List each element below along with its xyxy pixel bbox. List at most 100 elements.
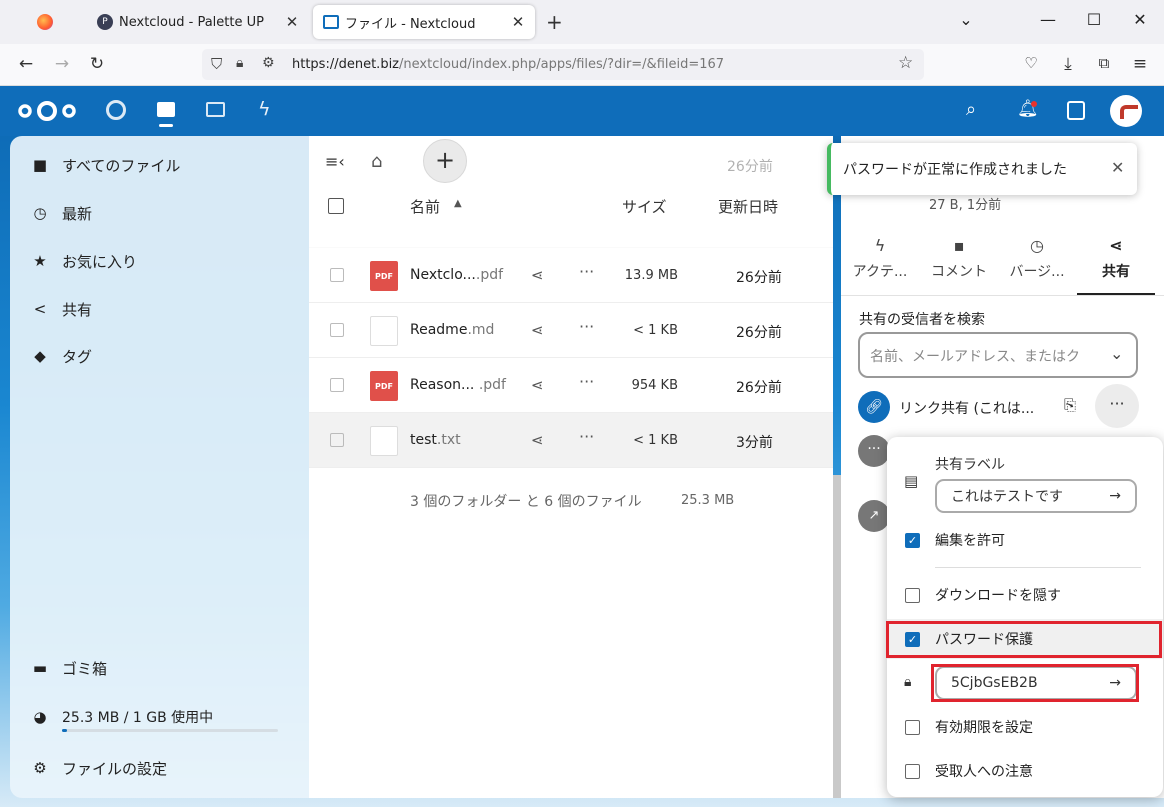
file-name[interactable]: Readme.md <box>410 322 494 338</box>
avatar[interactable] <box>1110 95 1142 127</box>
arrow-right-icon[interactable]: → <box>1109 488 1121 504</box>
contacts-icon[interactable] <box>1067 101 1085 120</box>
browser-tab-files[interactable]: ファイル - Nextcloud ✕ <box>313 5 535 39</box>
more-shares-icon[interactable]: ··· <box>858 435 890 467</box>
column-modified[interactable]: 更新日時 <box>718 196 778 217</box>
photos-icon[interactable] <box>206 102 225 117</box>
sidebar-item-recent[interactable]: ◷ 最新 <box>10 191 309 235</box>
lock-icon: 🔒︎ <box>904 674 912 690</box>
copy-link-icon[interactable]: ⎘ <box>1064 396 1076 414</box>
new-file-button[interactable]: + <box>423 139 467 183</box>
column-name[interactable]: 名前 <box>410 196 440 217</box>
tab-title: Nextcloud - Palette UP <box>119 14 264 30</box>
row-checkbox[interactable] <box>330 433 344 447</box>
allow-edit-option[interactable]: ✓ 編集を許可 <box>887 520 1163 560</box>
select-all-checkbox[interactable] <box>328 198 344 214</box>
forward-button[interactable]: → <box>50 54 74 76</box>
share-icon[interactable]: ⋖ <box>531 321 544 339</box>
column-size[interactable]: サイズ <box>622 196 667 217</box>
chevron-down-icon[interactable]: ⌄ <box>1110 344 1123 363</box>
pdf-file-icon: PDF <box>370 371 398 401</box>
back-button[interactable]: ← <box>14 54 38 76</box>
sidebar-item-tags[interactable]: ◆ タグ <box>10 334 309 378</box>
close-tab-icon[interactable]: ✕ <box>283 13 301 31</box>
hide-download-option[interactable]: ダウンロードを隠す <box>887 575 1163 615</box>
table-row-selected[interactable]: test.txt ⋖ ··· < 1 KB 3分前 <box>309 413 833 468</box>
row-checkbox[interactable] <box>330 268 344 282</box>
dashboard-icon[interactable] <box>106 100 126 120</box>
sidebar-item-trash[interactable]: ▬ ゴミ箱 <box>10 646 309 690</box>
note-option[interactable]: 受取人への注意 <box>887 751 1163 791</box>
extensions-icon[interactable]: ⧉ <box>1092 54 1116 76</box>
share-menu-button[interactable]: ··· <box>1095 384 1139 428</box>
permissions-icon[interactable]: ⚙ <box>262 55 275 71</box>
external-link-icon[interactable]: ↗ <box>858 500 890 532</box>
nextcloud-logo[interactable] <box>16 99 78 123</box>
address-bar[interactable]: ⛉ 🔒︎ ⚙ https://denet.biz/nextcloud/index… <box>202 49 924 80</box>
share-label-input[interactable]: これはテストです → <box>935 479 1137 513</box>
close-tab-icon[interactable]: ✕ <box>509 13 527 31</box>
file-name[interactable]: Nextclo....pdf <box>410 267 503 283</box>
share-label-title: 共有ラベル <box>935 457 1005 473</box>
sidebar-item-settings[interactable]: ⚙ ファイルの設定 <box>10 746 309 790</box>
more-actions-icon[interactable]: ··· <box>579 372 594 391</box>
table-row[interactable]: PDF Reason... .pdf ⋖ ··· 954 KB 26分前 <box>309 358 833 413</box>
sidebar-item-label: ゴミ箱 <box>62 659 108 678</box>
share-icon[interactable]: ⋖ <box>531 376 544 394</box>
expiration-label: 有効期限を設定 <box>935 720 1033 736</box>
files-icon[interactable] <box>157 102 175 117</box>
table-row[interactable]: PDF Nextclo....pdf ⋖ ··· 13.9 MB 26分前 <box>309 248 833 303</box>
download-icon[interactable]: ⤓ <box>1056 54 1080 76</box>
browser-tab-palette[interactable]: P Nextcloud - Palette UP ✕ <box>87 5 309 39</box>
tab-activity[interactable]: ϟ アクテ... <box>841 236 919 281</box>
sidebar-item-all-files[interactable]: ■ すべてのファイル <box>10 143 309 187</box>
search-icon[interactable]: ⌕ <box>966 99 976 120</box>
minimize-button[interactable]: — <box>1028 10 1068 29</box>
share-icon[interactable]: ⋖ <box>531 431 544 449</box>
pocket-icon[interactable]: ♡ <box>1019 54 1043 76</box>
tab-comments[interactable]: ▪ コメント <box>920 236 998 281</box>
folder-icon: ■ <box>32 156 48 174</box>
hide-download-checkbox[interactable] <box>905 587 920 603</box>
allow-edit-checkbox[interactable]: ✓ <box>905 532 920 548</box>
link-share-label: リンク共有 (これは... <box>899 401 1035 417</box>
scrollbar[interactable] <box>833 475 841 798</box>
file-size: < 1 KB <box>633 433 678 448</box>
lock-icon[interactable]: 🔒︎ <box>236 55 243 71</box>
sidebar-item-favorites[interactable]: ★ お気に入り <box>10 239 309 283</box>
more-actions-icon[interactable]: ··· <box>579 317 594 336</box>
toggle-navigation-icon[interactable]: ≡‹ <box>325 152 345 171</box>
window-close-button[interactable]: ✕ <box>1120 10 1160 29</box>
file-name[interactable]: Reason... .pdf <box>410 377 506 393</box>
sidebar-item-shares[interactable]: < 共有 <box>10 287 309 331</box>
note-checkbox[interactable] <box>905 763 920 779</box>
browser-tab-firefox[interactable] <box>10 5 80 39</box>
row-checkbox[interactable] <box>330 378 344 392</box>
close-toast-icon[interactable]: ✕ <box>1111 158 1124 177</box>
share-search-input[interactable]: 名前、メールアドレス、またはク ⌄ <box>858 332 1138 378</box>
table-row[interactable]: Readme.md ⋖ ··· < 1 KB 26分前 <box>309 303 833 358</box>
tab-sharing[interactable]: ⋖ 共有 <box>1077 236 1155 281</box>
activity-icon[interactable]: ϟ <box>258 98 271 120</box>
more-actions-icon[interactable]: ··· <box>579 427 594 446</box>
menu-icon[interactable]: ≡ <box>1128 54 1152 76</box>
shield-icon[interactable]: ⛉ <box>211 55 222 73</box>
new-tab-button[interactable]: + <box>546 10 563 34</box>
more-actions-icon[interactable]: ··· <box>579 262 594 281</box>
sidebar-item-label: 最新 <box>62 204 93 223</box>
share-icon[interactable]: ⋖ <box>531 266 544 284</box>
share-label-value: これはテストです <box>951 489 1063 505</box>
file-size: < 1 KB <box>633 323 678 338</box>
quota-bar-fill <box>62 729 68 732</box>
tab-versions[interactable]: ◷ バージ... <box>998 236 1076 281</box>
expiration-checkbox[interactable] <box>905 719 920 735</box>
home-breadcrumb-icon[interactable]: ⌂ <box>371 151 382 172</box>
reload-button[interactable]: ↻ <box>85 54 109 76</box>
quota-info: ◕ 25.3 MB / 1 GB 使用中 <box>10 695 309 739</box>
bookmark-star-icon[interactable]: ☆ <box>898 53 913 73</box>
expiration-option[interactable]: 有効期限を設定 <box>887 707 1163 747</box>
chevron-down-icon[interactable]: ⌄ <box>946 10 986 29</box>
maximize-button[interactable]: ☐ <box>1074 10 1114 29</box>
row-checkbox[interactable] <box>330 323 344 337</box>
file-name[interactable]: test.txt <box>410 432 461 448</box>
